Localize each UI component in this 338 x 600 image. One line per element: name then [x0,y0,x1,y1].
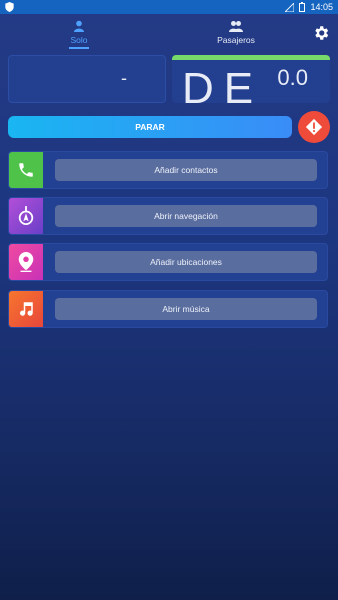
music-note-icon-tile [9,291,43,327]
phone-icon [19,163,33,177]
add-contacts-button[interactable]: Añadir contactos [55,159,317,181]
tab-solo-indicator [69,47,89,49]
tab-pasajeros-label: Pasajeros [217,35,255,45]
right-info-panel: DE 0.0 [172,55,330,103]
add-locations-button[interactable]: Añadir ubicaciones [55,251,317,273]
group-icon [229,21,243,32]
compass-icon-tile [9,198,43,234]
shield-icon [5,2,14,12]
left-panel-value: - [121,68,127,88]
status-time: 14:05 [310,2,333,12]
tab-solo-label: Solo [70,35,88,45]
card-add-locations: Añadir ubicaciones [8,243,328,281]
status-bar: 14:05 [0,0,338,14]
left-info-panel: - [8,55,166,103]
open-music-button[interactable]: Abrir música [55,298,317,320]
location-pin-icon-tile [9,244,43,280]
no-signal-icon [285,2,295,12]
phone-icon-tile [9,152,43,188]
card-open-navigation: Abrir navegación [8,197,328,235]
parar-button[interactable]: PARAR [8,116,292,138]
alert-button[interactable] [298,111,330,143]
tab-pasajeros[interactable]: Pasajeros [214,20,258,45]
right-panel-big-text: DE [182,64,264,104]
open-navigation-button[interactable]: Abrir navegación [55,205,317,227]
card-add-contacts: Añadir contactos [8,151,328,189]
compass-icon [18,206,34,225]
music-note-icon [20,302,33,316]
right-panel-accent-bar [172,55,330,60]
location-pin-icon [18,252,34,272]
tab-solo[interactable]: Solo [63,20,95,49]
battery-icon [299,2,306,12]
right-panel-value: 0.0 [277,65,308,90]
card-open-music: Abrir música [8,290,328,328]
person-icon [74,20,84,32]
gear-icon[interactable] [312,24,330,42]
alert-icon [305,118,323,136]
tab-bar: Solo Pasajeros [0,18,338,52]
